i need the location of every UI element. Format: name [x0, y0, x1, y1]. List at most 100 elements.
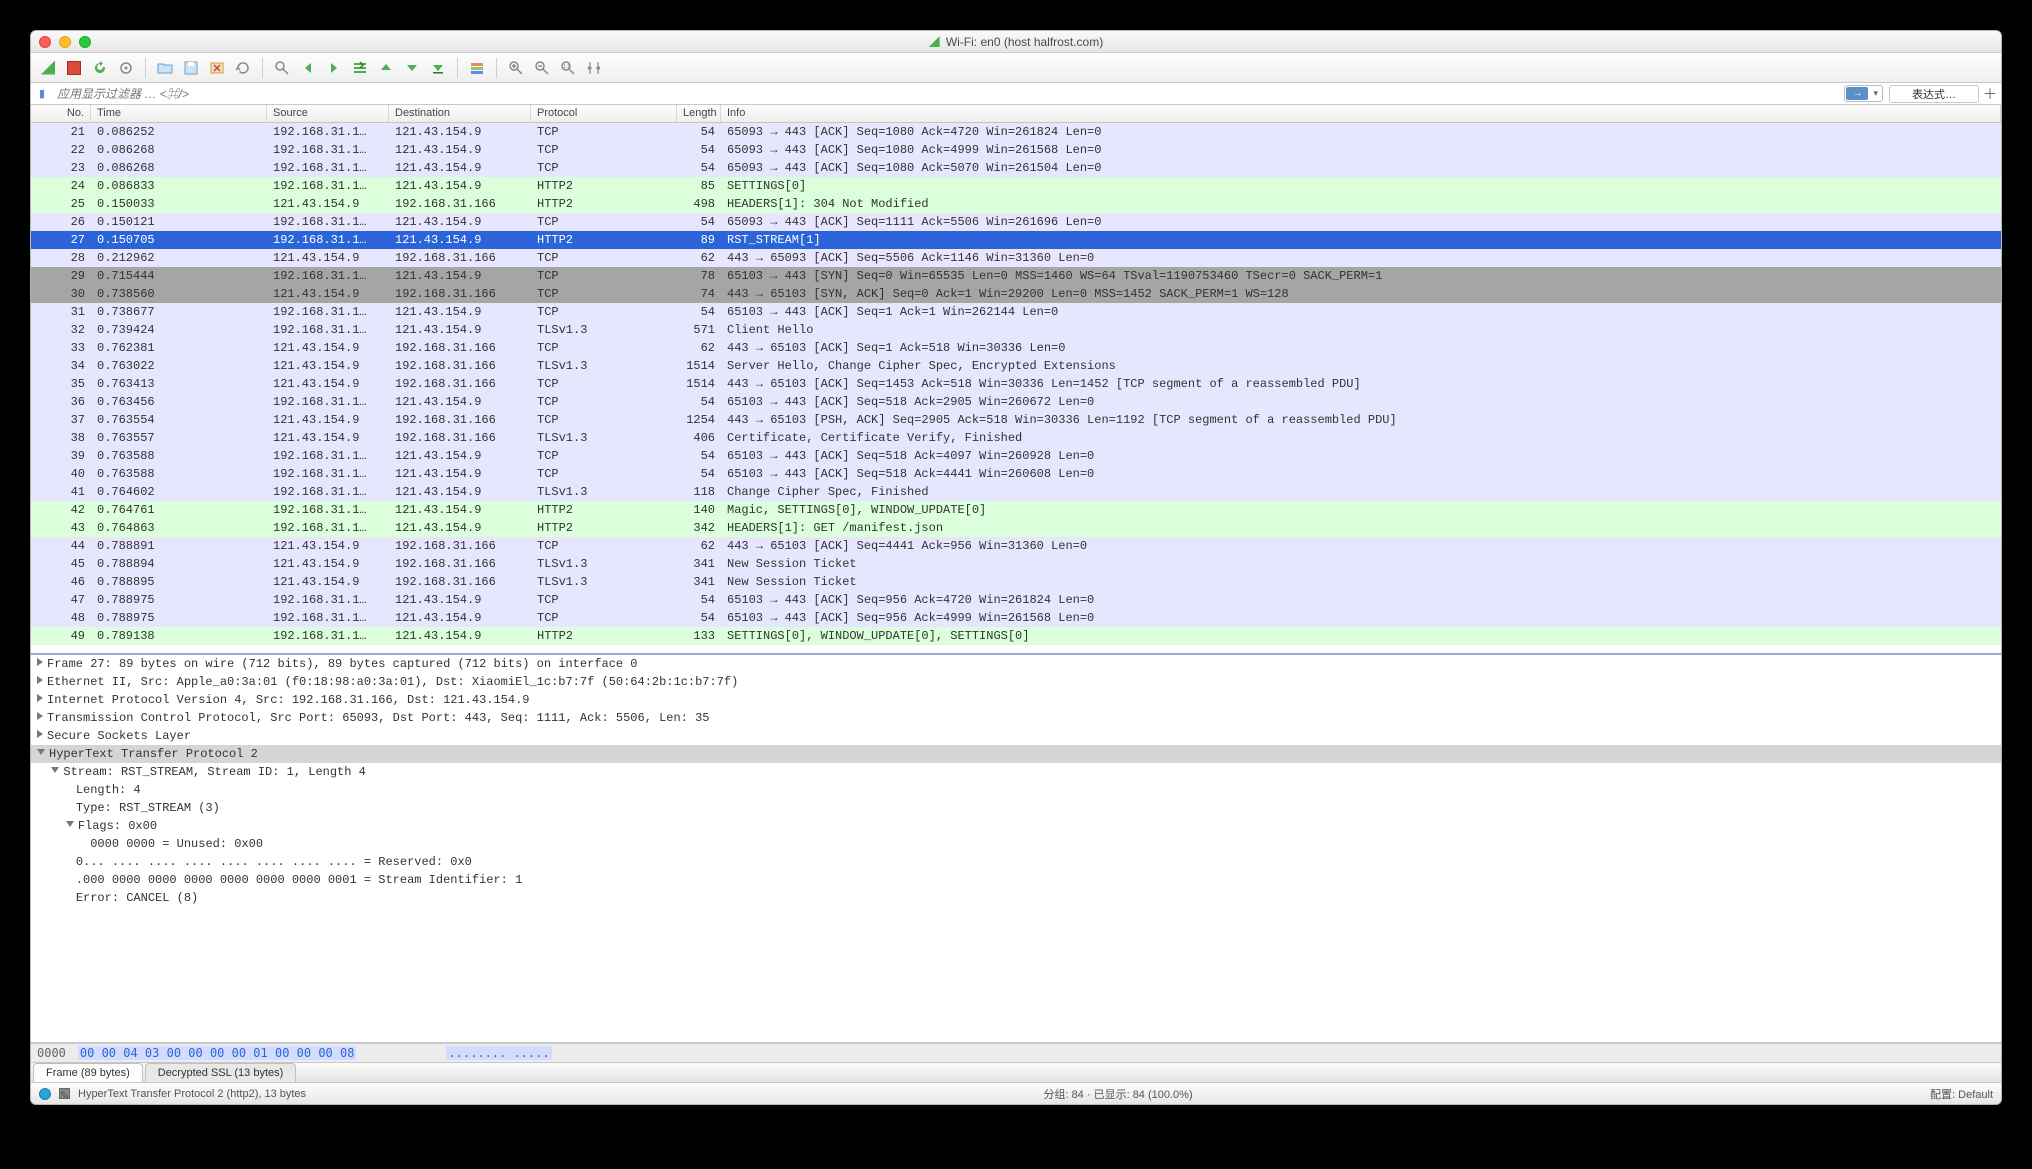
col-protocol[interactable]: Protocol — [531, 105, 677, 122]
packet-row[interactable]: 210.086252192.168.31.1…121.43.154.9TCP54… — [31, 123, 2001, 141]
tree-node[interactable]: Ethernet II, Src: Apple_a0:3a:01 (f0:18:… — [31, 673, 2001, 691]
tree-node[interactable]: Flags: 0x00 — [31, 817, 2001, 835]
packet-row[interactable]: 310.738677192.168.31.1…121.43.154.9TCP54… — [31, 303, 2001, 321]
col-destination[interactable]: Destination — [389, 105, 531, 122]
bookmark-icon[interactable]: ▮ — [31, 87, 53, 100]
expert-info-icon[interactable] — [39, 1088, 51, 1100]
expression-button[interactable]: 表达式… — [1889, 85, 1979, 103]
window-title: Wi-Fi: en0 (host halfrost.com) — [929, 35, 1103, 49]
packet-details-pane[interactable]: Frame 27: 89 bytes on wire (712 bits), 8… — [31, 655, 2001, 1043]
packet-row[interactable]: 340.763022121.43.154.9192.168.31.166TLSv… — [31, 357, 2001, 375]
packet-row[interactable]: 290.715444192.168.31.1…121.43.154.9TCP78… — [31, 267, 2001, 285]
expand-icon[interactable] — [37, 694, 43, 702]
go-first-button[interactable] — [375, 57, 397, 79]
packet-row[interactable]: 400.763588192.168.31.1…121.43.154.9TCP54… — [31, 465, 2001, 483]
expand-icon[interactable] — [37, 658, 43, 666]
packet-row[interactable]: 380.763557121.43.154.9192.168.31.166TLSv… — [31, 429, 2001, 447]
packet-row[interactable]: 220.086268192.168.31.1…121.43.154.9TCP54… — [31, 141, 2001, 159]
tree-node[interactable]: 0... .... .... .... .... .... .... .... … — [31, 853, 2001, 871]
col-time[interactable]: Time — [91, 105, 267, 122]
packet-list-header[interactable]: No. Time Source Destination Protocol Len… — [31, 105, 2001, 123]
titlebar[interactable]: Wi-Fi: en0 (host halfrost.com) — [31, 31, 2001, 53]
packet-list-pane[interactable]: 210.086252192.168.31.1…121.43.154.9TCP54… — [31, 123, 2001, 655]
zoom-out-button[interactable] — [531, 57, 553, 79]
col-no[interactable]: No. — [31, 105, 91, 122]
packet-row[interactable]: 350.763413121.43.154.9192.168.31.166TCP1… — [31, 375, 2001, 393]
go-to-packet-button[interactable] — [349, 57, 371, 79]
tab-decrypted-ssl[interactable]: Decrypted SSL (13 bytes) — [145, 1063, 297, 1082]
capture-options-button[interactable] — [115, 57, 137, 79]
go-back-button[interactable] — [297, 57, 319, 79]
close-file-button[interactable] — [206, 57, 228, 79]
packet-row[interactable]: 260.150121192.168.31.1…121.43.154.9TCP54… — [31, 213, 2001, 231]
zoom-icon[interactable] — [79, 36, 91, 48]
apply-filter-button[interactable]: →▾ — [1844, 85, 1883, 102]
packet-row[interactable]: 410.764602192.168.31.1…121.43.154.9TLSv1… — [31, 483, 2001, 501]
packet-row[interactable]: 390.763588192.168.31.1…121.43.154.9TCP54… — [31, 447, 2001, 465]
packet-row[interactable]: 370.763554121.43.154.9192.168.31.166TCP1… — [31, 411, 2001, 429]
tree-node[interactable]: Frame 27: 89 bytes on wire (712 bits), 8… — [31, 655, 2001, 673]
tree-node[interactable]: Length: 4 — [31, 781, 2001, 799]
status-profile[interactable]: 配置: Default — [1930, 1086, 1993, 1102]
packet-row[interactable]: 420.764761192.168.31.1…121.43.154.9HTTP2… — [31, 501, 2001, 519]
packet-row[interactable]: 320.739424192.168.31.1…121.43.154.9TLSv1… — [31, 321, 2001, 339]
go-forward-button[interactable] — [323, 57, 345, 79]
packet-row[interactable]: 480.788975192.168.31.1…121.43.154.9TCP54… — [31, 609, 2001, 627]
tab-frame[interactable]: Frame (89 bytes) — [33, 1063, 143, 1082]
start-capture-button[interactable] — [37, 57, 59, 79]
packet-row[interactable]: 470.788975192.168.31.1…121.43.154.9TCP54… — [31, 591, 2001, 609]
col-length[interactable]: Length — [677, 105, 721, 122]
expand-icon[interactable] — [37, 676, 43, 684]
packet-row[interactable]: 300.738560121.43.154.9192.168.31.166TCP7… — [31, 285, 2001, 303]
packet-row[interactable]: 450.788894121.43.154.9192.168.31.166TLSv… — [31, 555, 2001, 573]
tree-node[interactable]: Stream: RST_STREAM, Stream ID: 1, Length… — [31, 763, 2001, 781]
col-info[interactable]: Info — [721, 105, 2001, 122]
hex-bytes[interactable]: 00 00 04 03 00 00 00 00 01 00 00 00 08 — [78, 1046, 357, 1060]
display-filter-input[interactable] — [53, 87, 1844, 101]
reload-file-button[interactable] — [232, 57, 254, 79]
hex-ascii[interactable]: ........ ..... — [446, 1046, 551, 1060]
zoom-in-button[interactable] — [505, 57, 527, 79]
collapse-icon[interactable] — [66, 821, 74, 827]
packet-row[interactable]: 330.762381121.43.154.9192.168.31.166TCP6… — [31, 339, 2001, 357]
packet-row[interactable]: 250.150033121.43.154.9192.168.31.166HTTP… — [31, 195, 2001, 213]
packet-row[interactable]: 490.789138192.168.31.1…121.43.154.9HTTP2… — [31, 627, 2001, 645]
col-source[interactable]: Source — [267, 105, 389, 122]
colorize-button[interactable] — [466, 57, 488, 79]
expand-icon[interactable] — [37, 730, 43, 738]
packet-row[interactable]: 360.763456192.168.31.1…121.43.154.9TCP54… — [31, 393, 2001, 411]
packet-row[interactable]: 280.212962121.43.154.9192.168.31.166TCP6… — [31, 249, 2001, 267]
packet-row[interactable]: 440.788891121.43.154.9192.168.31.166TCP6… — [31, 537, 2001, 555]
packet-row[interactable]: 430.764863192.168.31.1…121.43.154.9HTTP2… — [31, 519, 2001, 537]
capture-stopped-icon[interactable]: ✎ — [59, 1088, 70, 1099]
tree-node[interactable]: .000 0000 0000 0000 0000 0000 0000 0001 … — [31, 871, 2001, 889]
collapse-icon[interactable] — [37, 749, 45, 755]
expand-icon[interactable] — [37, 712, 43, 720]
go-last-button[interactable] — [401, 57, 423, 79]
save-file-button[interactable] — [180, 57, 202, 79]
packet-bytes-pane[interactable]: 0000 00 00 04 03 00 00 00 00 01 00 00 00… — [31, 1043, 2001, 1063]
open-file-button[interactable] — [154, 57, 176, 79]
tree-node[interactable]: Internet Protocol Version 4, Src: 192.16… — [31, 691, 2001, 709]
close-icon[interactable] — [39, 36, 51, 48]
add-filter-button[interactable]: ＋ — [1979, 84, 2001, 104]
resize-columns-button[interactable] — [583, 57, 605, 79]
minimize-icon[interactable] — [59, 36, 71, 48]
tree-node[interactable]: 0000 0000 = Unused: 0x00 — [31, 835, 2001, 853]
find-packet-button[interactable] — [271, 57, 293, 79]
restart-capture-button[interactable] — [89, 57, 111, 79]
collapse-icon[interactable] — [51, 767, 59, 773]
packet-row[interactable]: 270.150705192.168.31.1…121.43.154.9HTTP2… — [31, 231, 2001, 249]
tree-node[interactable]: Transmission Control Protocol, Src Port:… — [31, 709, 2001, 727]
tree-node[interactable]: Type: RST_STREAM (3) — [31, 799, 2001, 817]
zoom-reset-button[interactable]: 1:1 — [557, 57, 579, 79]
separator — [457, 58, 458, 78]
packet-row[interactable]: 460.788895121.43.154.9192.168.31.166TLSv… — [31, 573, 2001, 591]
packet-row[interactable]: 230.086268192.168.31.1…121.43.154.9TCP54… — [31, 159, 2001, 177]
packet-row[interactable]: 240.086833192.168.31.1…121.43.154.9HTTP2… — [31, 177, 2001, 195]
auto-scroll-button[interactable] — [427, 57, 449, 79]
stop-capture-button[interactable] — [63, 57, 85, 79]
tree-node[interactable]: Error: CANCEL (8) — [31, 889, 2001, 907]
tree-node[interactable]: Secure Sockets Layer — [31, 727, 2001, 745]
tree-node[interactable]: HyperText Transfer Protocol 2 — [31, 745, 2001, 763]
